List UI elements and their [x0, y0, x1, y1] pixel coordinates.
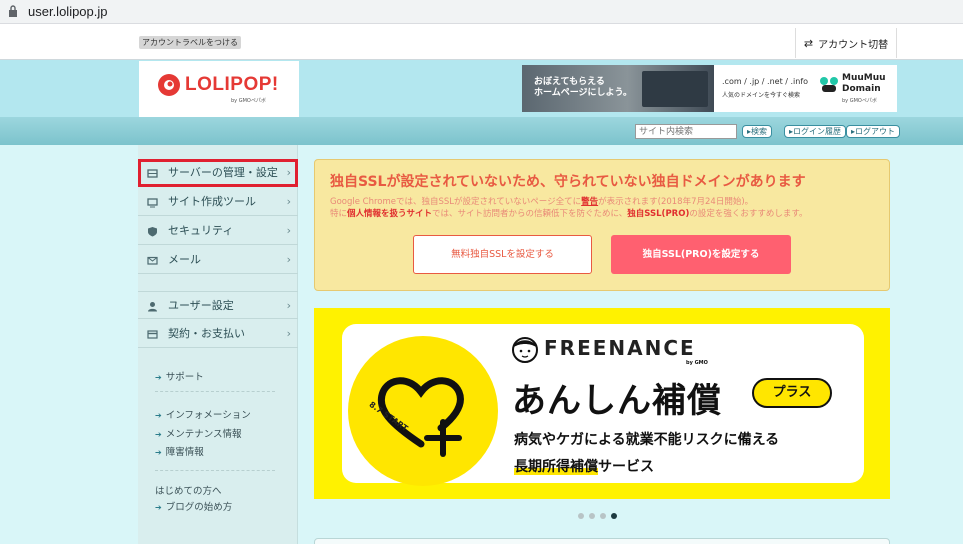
muumuu-brand: MuuMuu Domain	[842, 73, 886, 94]
set-pro-ssl-button[interactable]: 独自SSL(PRO)を設定する	[611, 235, 791, 274]
logo-text: LOLIPOP!	[185, 74, 279, 95]
arrow-right-icon: ➔	[155, 503, 162, 512]
address-bar[interactable]: user.lolipop.jp	[0, 0, 963, 24]
ad-line-1: 病気やケガによる就業不能リスクに備える	[514, 432, 780, 448]
chevron-right-icon: ›	[286, 327, 291, 340]
user-icon	[148, 302, 157, 312]
arrow-right-icon: ➔	[155, 411, 162, 420]
ad-plus-badge: プラス	[752, 378, 832, 408]
freenance-face-icon	[512, 337, 538, 363]
sidebar-item-user-settings[interactable]: ユーザー設定 ›	[138, 291, 298, 319]
sidebar-item-mail[interactable]: メール ›	[138, 246, 298, 274]
sidebar-item-label: サイト作成ツール	[168, 195, 256, 208]
carousel-dot[interactable]	[589, 513, 595, 519]
notice-title: 独自SSLが設定されていないため、守られていない独自ドメインがあります	[330, 174, 806, 190]
chevron-right-icon: ›	[286, 166, 291, 179]
sidebar-link-beginners[interactable]: はじめての方へ	[155, 483, 222, 497]
account-label-button[interactable]: アカウントラベルをつける	[139, 36, 241, 49]
server-icon	[147, 169, 158, 178]
logo-sub: by GMOペパボ	[231, 98, 266, 104]
switch-arrows-icon: ⇄	[803, 36, 814, 50]
chevron-right-icon: ›	[286, 253, 291, 266]
header: LOLIPOP! by GMOペパボ おぼえてもらえる ホームページにしよう。 …	[0, 60, 963, 117]
warning-link[interactable]: 警告	[581, 197, 598, 207]
sidebar-link-incident[interactable]: ➔ 障害情報	[155, 444, 204, 458]
url-text[interactable]: user.lolipop.jp	[28, 4, 108, 19]
search-button[interactable]: ▸検索	[742, 125, 773, 138]
sidebar-item-label: 契約・お支払い	[168, 327, 245, 340]
sidebar-item-security[interactable]: セキュリティ ›	[138, 217, 298, 245]
card-icon	[147, 330, 158, 339]
muumuu-ad-banner[interactable]: .com / .jp / .net / .info 人気のドメインを今すぐ検索 …	[714, 65, 897, 112]
ad-brand-sub: by GMO	[686, 360, 708, 366]
sidebar-item-label: サーバーの管理・設定	[168, 166, 278, 179]
sidebar-divider	[155, 470, 275, 471]
chevron-right-icon: ›	[286, 195, 291, 208]
homepage-ad-text: おぼえてもらえる ホームページにしよう。	[534, 77, 633, 98]
muumuu-brand-sub: by GMOペパボ	[842, 98, 877, 104]
account-switch-button[interactable]: ⇄ アカウント切替	[795, 28, 897, 58]
sidebar-item-label: ユーザー設定	[168, 299, 234, 312]
top-bar: アカウントラベルをつける ⇄ アカウント切替	[0, 24, 963, 60]
ssl-warning-notice: 独自SSLが設定されていないため、守られていない独自ドメインがあります Goog…	[314, 159, 890, 291]
sidebar-link-information[interactable]: ➔ インフォメーション	[155, 407, 251, 421]
muumuu-tagline: 人気のドメインを今すぐ検索	[722, 92, 801, 99]
arrow-right-icon: ➔	[155, 430, 162, 439]
lolipop-logo[interactable]: LOLIPOP! by GMOペパボ	[139, 61, 299, 117]
chevron-right-icon: ›	[286, 299, 291, 312]
sidebar: サーバーの管理・設定 › サイト作成ツール › セキュリティ › メール › ユ…	[138, 145, 298, 544]
next-panel	[314, 538, 890, 544]
ad-brand: FREENANCE	[544, 336, 696, 360]
sidebar-link-maintenance[interactable]: ➔ メンテナンス情報	[155, 426, 242, 440]
mail-icon	[147, 256, 158, 265]
sidebar-item-contract-payment[interactable]: 契約・お支払い ›	[138, 320, 298, 348]
login-history-button[interactable]: ▸ログイン履歴	[784, 125, 847, 138]
shield-icon	[148, 227, 157, 237]
laptop-image	[642, 71, 708, 107]
lolipop-logo-mark-icon	[158, 74, 180, 96]
sidebar-item-label: メール	[168, 253, 201, 266]
carousel-dots	[578, 513, 617, 519]
lock-icon	[9, 5, 17, 17]
notice-line-1: Google Chromeでは、独自SSLが設定されていないページ全てに警告が表…	[330, 197, 754, 207]
arrow-right-icon: ➔	[155, 373, 162, 382]
sidebar-divider	[155, 391, 275, 392]
site-search-input[interactable]	[635, 124, 737, 139]
set-free-ssl-button[interactable]: 無料独自SSLを設定する	[413, 235, 592, 274]
carousel-dot-active[interactable]	[611, 513, 617, 519]
arrow-right-icon: ➔	[155, 448, 162, 457]
monitor-icon	[147, 198, 158, 208]
sidebar-link-blog-start[interactable]: ➔ ブログの始め方	[155, 499, 232, 513]
freenance-ad-banner[interactable]: 8.7 START FREENANCE by GMO あんしん補償 プラス 病気…	[314, 308, 890, 499]
homepage-ad-banner[interactable]: おぼえてもらえる ホームページにしよう。	[522, 65, 714, 112]
ad-line-2: 長期所得補償サービス	[514, 459, 654, 475]
sidebar-item-server-settings[interactable]: サーバーの管理・設定 ›	[138, 159, 298, 187]
nav-bar: ▸検索 ▸ログイン履歴 ▸ログアウト	[0, 117, 963, 145]
muumuu-domains-text: .com / .jp / .net / .info	[722, 77, 809, 86]
account-switch-label: アカウント切替	[818, 39, 889, 51]
notice-line-2: 特に個人情報を扱うサイトでは、サイト訪問者からの信頼低下を防ぐために、独自SSL…	[330, 209, 808, 219]
carousel-dot[interactable]	[578, 513, 584, 519]
chevron-right-icon: ›	[286, 224, 291, 237]
sidebar-link-support[interactable]: ➔ サポート	[155, 369, 204, 383]
logout-button[interactable]: ▸ログアウト	[846, 125, 901, 138]
ad-headline: あんしん補償	[512, 381, 722, 421]
carousel-dot[interactable]	[600, 513, 606, 519]
muumuu-logo-icon	[820, 77, 838, 92]
sidebar-item-site-tools[interactable]: サイト作成ツール ›	[138, 188, 298, 216]
sidebar-item-label: セキュリティ	[168, 224, 234, 237]
